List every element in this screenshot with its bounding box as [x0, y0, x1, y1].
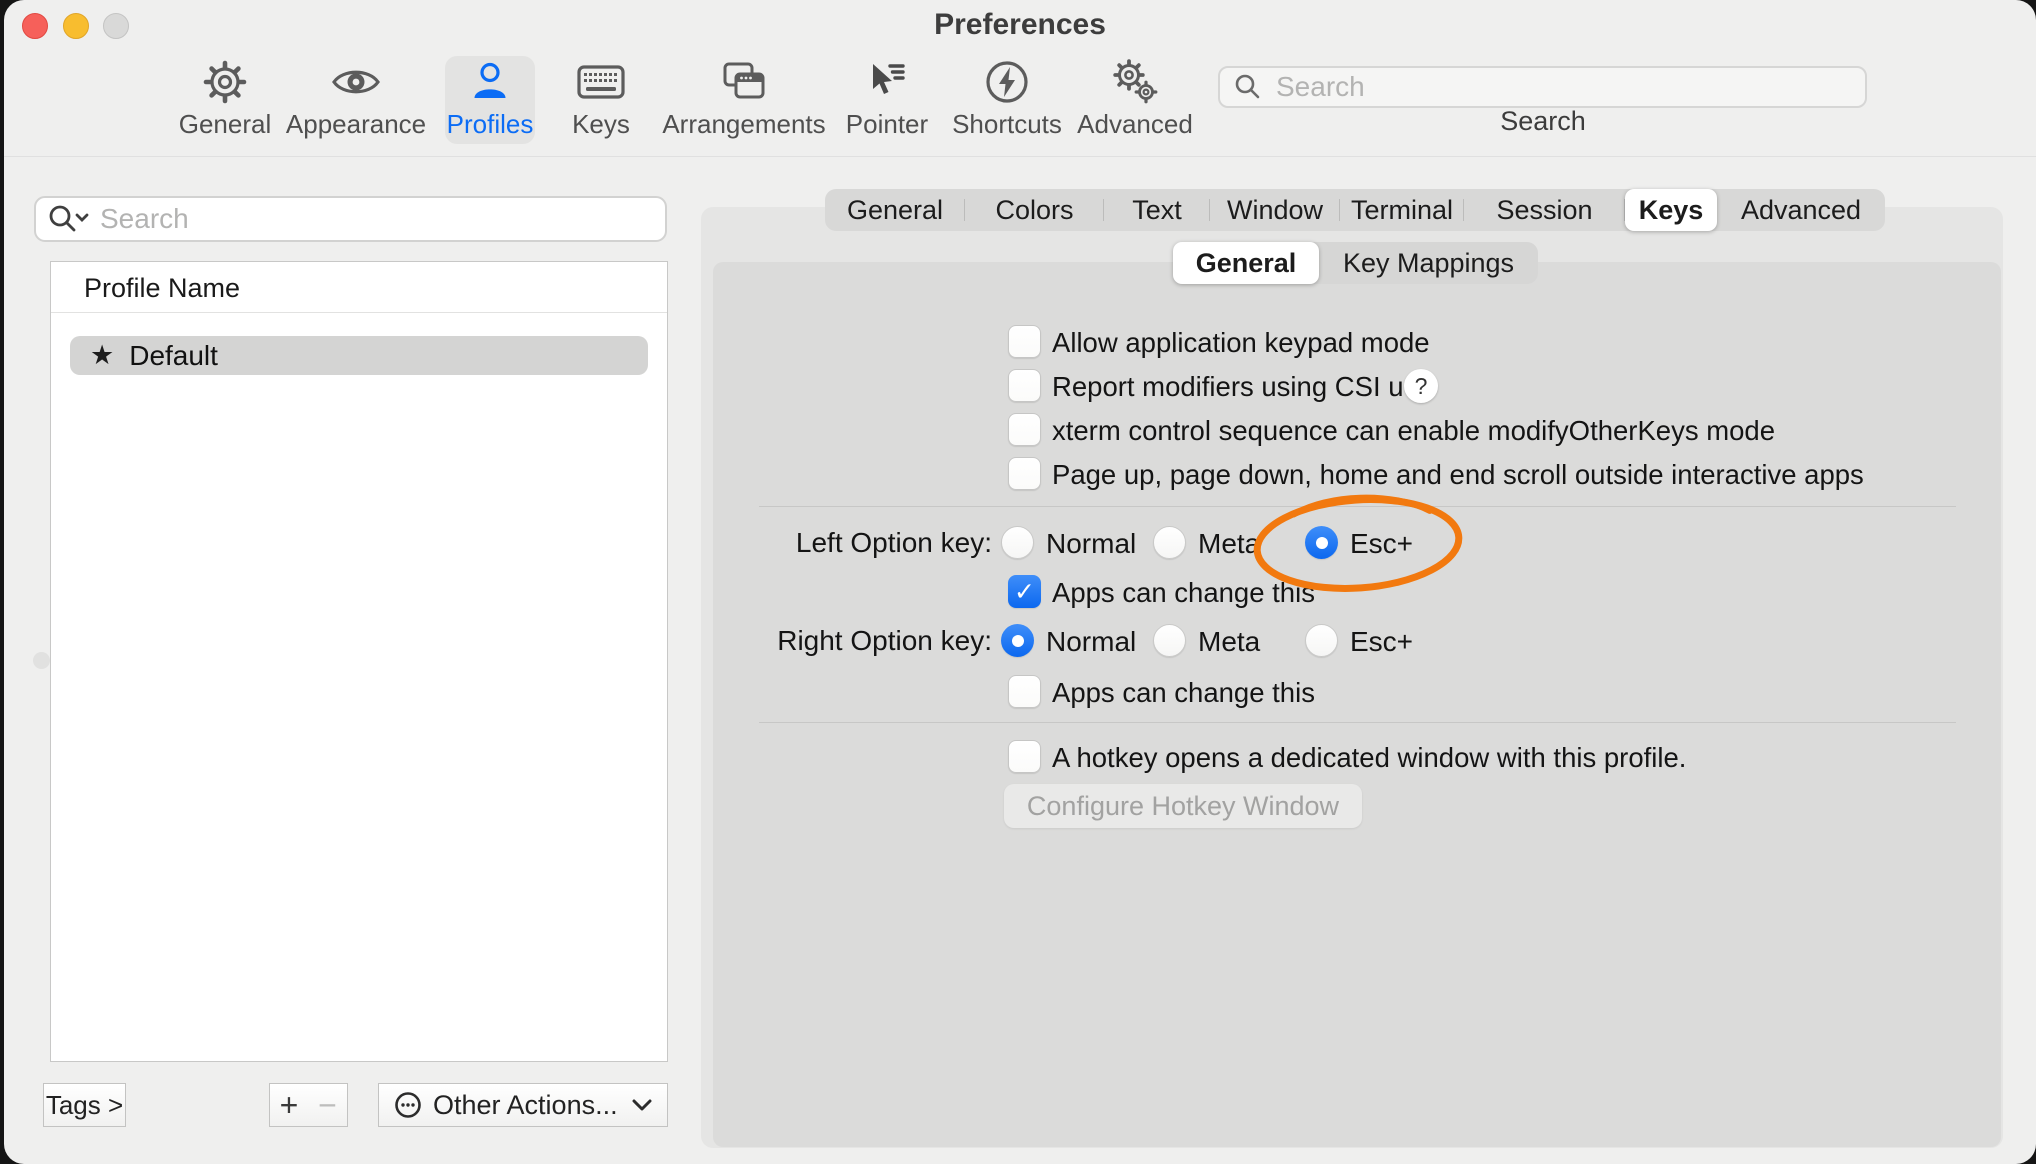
person-icon: [466, 56, 514, 108]
ellipsis-circle-icon: [393, 1090, 423, 1120]
checkbox-page-scroll[interactable]: [1008, 457, 1041, 490]
profile-row-default[interactable]: ★ Default: [70, 336, 648, 375]
configure-hotkey-button: Configure Hotkey Window: [1004, 784, 1362, 828]
checkbox-csi-u[interactable]: [1008, 369, 1041, 402]
checkbox-apps-change-left[interactable]: [1008, 575, 1041, 608]
profile-list-panel: [50, 261, 668, 1062]
other-actions-dropdown[interactable]: Other Actions...: [378, 1083, 668, 1127]
gear-icon: [201, 56, 249, 108]
checkbox-apps-change-right[interactable]: [1008, 675, 1041, 708]
toolbar-label: Advanced: [1077, 109, 1193, 140]
subtab-key-mappings[interactable]: Key Mappings: [1319, 242, 1538, 284]
eye-icon: [331, 56, 381, 108]
radio-label: Meta: [1198, 626, 1260, 658]
toolbar-item-arrangements[interactable]: Arrangements: [664, 56, 824, 144]
profile-list-header: Profile Name: [84, 273, 240, 304]
radio-right-esc[interactable]: [1305, 624, 1338, 657]
tab-text[interactable]: Text: [1104, 189, 1210, 231]
radio-label: Normal: [1046, 528, 1136, 560]
checkbox-hotkey-window[interactable]: [1008, 740, 1041, 773]
toolbar-label: Keys: [572, 109, 630, 140]
bolt-icon: [983, 56, 1031, 108]
checkbox-keypad-mode[interactable]: [1008, 325, 1041, 358]
checkbox-label: Allow application keypad mode: [1052, 327, 1430, 359]
preferences-window: Preferences General Appearance: [4, 0, 2036, 1164]
toolbar-search-label: Search: [1443, 106, 1643, 137]
remove-profile-button[interactable]: −: [308, 1083, 348, 1127]
right-option-label: Right Option key:: [704, 625, 992, 657]
checkbox-label: Apps can change this: [1052, 677, 1315, 709]
add-profile-button[interactable]: +: [269, 1083, 309, 1127]
tab-colors[interactable]: Colors: [965, 189, 1104, 231]
toolbar-label: Profiles: [447, 109, 534, 140]
toolbar-item-keys[interactable]: Keys: [566, 56, 636, 144]
tags-button[interactable]: Tags >: [43, 1083, 126, 1127]
tab-advanced[interactable]: Advanced: [1717, 189, 1885, 231]
toolbar-item-profiles[interactable]: Profiles: [445, 56, 535, 144]
other-actions-label: Other Actions...: [433, 1090, 631, 1121]
search-icon: [1232, 71, 1264, 103]
radio-label: Esc+: [1350, 626, 1413, 658]
radio-left-normal[interactable]: [1001, 526, 1034, 559]
profile-search-field[interactable]: [34, 196, 667, 242]
toolbar-label: Arrangements: [662, 109, 825, 140]
toolbar-item-shortcuts[interactable]: Shortcuts: [947, 56, 1067, 144]
toolbar-label: Shortcuts: [952, 109, 1062, 140]
checkbox-label: Apps can change this: [1052, 577, 1315, 609]
profile-tab-bar: General Colors Text Window Terminal Sess…: [825, 189, 1885, 231]
splitter-handle[interactable]: [33, 652, 50, 669]
section-divider: [759, 722, 1956, 723]
tab-window[interactable]: Window: [1210, 189, 1340, 231]
tab-terminal[interactable]: Terminal: [1340, 189, 1464, 231]
search-menu-icon: [46, 202, 90, 236]
section-divider: [759, 506, 1956, 507]
toolbar-label: General: [179, 109, 272, 140]
toolbar-item-pointer[interactable]: Pointer: [837, 56, 937, 144]
star-icon: ★: [90, 340, 114, 371]
divider: [51, 312, 667, 313]
checkbox-label: Report modifiers using CSI u: [1052, 371, 1404, 403]
radio-right-meta[interactable]: [1153, 624, 1186, 657]
subtab-general[interactable]: General: [1173, 242, 1319, 284]
gears-icon: [1110, 56, 1160, 108]
checkbox-label: xterm control sequence can enable modify…: [1052, 415, 1775, 447]
radio-label: Meta: [1198, 528, 1260, 560]
toolbar-label: Pointer: [846, 109, 928, 140]
help-button[interactable]: ?: [1404, 369, 1438, 403]
checkbox-label: Page up, page down, home and end scroll …: [1052, 459, 1864, 491]
tab-session[interactable]: Session: [1464, 189, 1625, 231]
checkbox-modifyotherkeys[interactable]: [1008, 413, 1041, 446]
windows-icon: [719, 56, 769, 108]
radio-left-meta[interactable]: [1153, 526, 1186, 559]
toolbar-label: Appearance: [286, 109, 426, 140]
profile-search-input[interactable]: [98, 202, 655, 236]
window-title: Preferences: [4, 8, 2036, 42]
toolbar-search-input[interactable]: [1274, 70, 1853, 104]
radio-right-normal[interactable]: [1001, 624, 1034, 657]
cursor-icon: [863, 56, 911, 108]
tab-general[interactable]: General: [825, 189, 965, 231]
toolbar-item-advanced[interactable]: Advanced: [1075, 56, 1195, 144]
toolbar-item-general[interactable]: General: [175, 56, 275, 144]
tab-keys[interactable]: Keys: [1625, 189, 1717, 231]
checkbox-label: A hotkey opens a dedicated window with t…: [1052, 742, 1686, 774]
toolbar-divider: [4, 156, 2036, 157]
toolbar-search-field[interactable]: [1218, 66, 1867, 108]
radio-label: Normal: [1046, 626, 1136, 658]
keys-subtab-bar: General Key Mappings: [1173, 242, 1538, 284]
radio-label: Esc+: [1350, 528, 1413, 560]
chevron-down-icon: [631, 1097, 653, 1113]
toolbar-item-appearance[interactable]: Appearance: [286, 56, 426, 144]
keyboard-icon: [576, 56, 626, 108]
profile-name: Default: [129, 340, 218, 372]
radio-left-esc[interactable]: [1305, 526, 1338, 559]
left-option-label: Left Option key:: [704, 527, 992, 559]
